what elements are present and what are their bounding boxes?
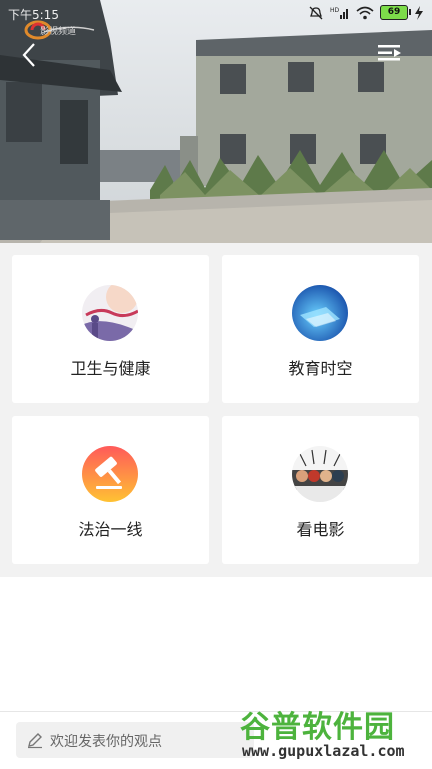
category-card-health[interactable]: 卫生与健康 — [12, 255, 209, 403]
status-bar: 下午5:15 HD 69 — [0, 0, 432, 28]
status-icons: HD 69 — [308, 5, 424, 20]
watermark-url: www.gupuxlazal.com — [242, 742, 405, 760]
health-thumbnail — [82, 285, 138, 341]
wifi-icon — [356, 6, 374, 19]
education-thumbnail-image — [292, 285, 348, 341]
category-label-education: 教育时空 — [288, 359, 353, 378]
back-button[interactable] — [16, 40, 44, 70]
comment-placeholder: 欢迎发表你的观点 — [50, 734, 162, 750]
category-grid: 卫生与健康 教育时空 法治一线 看电影 — [0, 243, 432, 577]
content-area — [0, 577, 432, 711]
mute-icon — [309, 6, 323, 19]
playlist-icon — [378, 45, 401, 61]
movie-thumbnail-image — [292, 446, 348, 502]
watermark-title: 谷普软件园 — [240, 710, 395, 745]
category-card-law[interactable]: 法治一线 — [12, 416, 209, 564]
category-label-health: 卫生与健康 — [70, 359, 151, 378]
category-card-education[interactable]: 教育时空 — [222, 255, 419, 403]
chevron-left-icon — [22, 43, 35, 67]
signal-icon: HD — [330, 7, 348, 19]
status-time: 下午5:15 — [8, 8, 59, 22]
movie-thumbnail — [292, 446, 348, 502]
gavel-icon-image — [82, 446, 138, 502]
gavel-icon — [82, 446, 138, 502]
comment-input[interactable]: 欢迎发表你的观点 — [16, 722, 254, 758]
battery-level: 69 — [387, 7, 401, 17]
health-thumbnail-image — [82, 285, 138, 341]
video-player[interactable]: 影视频道 下午5:15 HD 69 — [0, 0, 432, 243]
battery-icon: 69 — [380, 5, 411, 20]
svg-text:HD: HD — [330, 7, 340, 14]
pencil-icon — [28, 733, 42, 749]
watermark: 谷普软件园 www.gupuxlazal.com — [236, 700, 432, 768]
category-label-movie: 看电影 — [296, 520, 345, 539]
category-card-movie[interactable]: 看电影 — [222, 416, 419, 564]
playlist-button[interactable] — [378, 44, 402, 62]
category-label-law: 法治一线 — [78, 520, 143, 539]
charging-icon — [415, 5, 423, 20]
education-thumbnail — [292, 285, 348, 341]
